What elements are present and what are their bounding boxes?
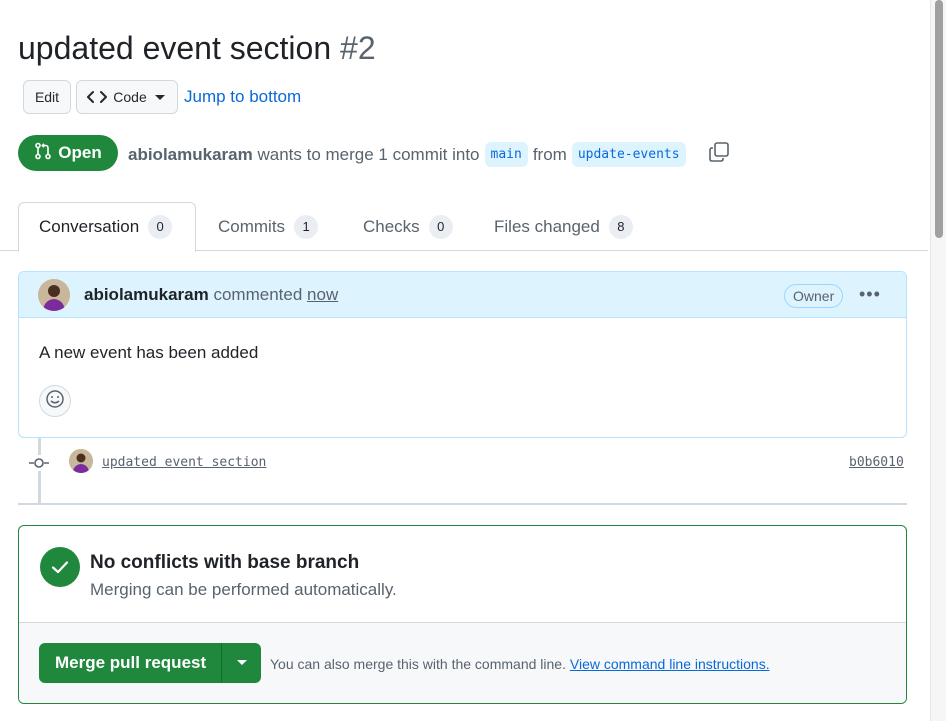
- status-badge: Open: [18, 135, 118, 171]
- tab-checks[interactable]: Checks 0: [363, 202, 453, 251]
- code-button[interactable]: Code: [76, 80, 178, 114]
- divider: [18, 503, 907, 505]
- git-pull-request-icon: [34, 142, 52, 165]
- edit-button[interactable]: Edit: [23, 80, 71, 114]
- code-icon: [87, 90, 108, 104]
- pr-tabs: Conversation 0 Commits 1 Checks 0 Files …: [0, 202, 928, 252]
- avatar[interactable]: [38, 279, 70, 311]
- pr-from-text: from: [532, 144, 567, 164]
- chevron-down-icon: [153, 92, 167, 102]
- comment-body: A new event has been added: [39, 343, 259, 362]
- tab-label: Conversation: [39, 217, 140, 236]
- smiley-icon: [45, 389, 65, 414]
- scrollbar-thumb[interactable]: [935, 0, 943, 238]
- tab-counter: 1: [294, 214, 319, 239]
- tab-counter: 0: [148, 215, 173, 239]
- chevron-down-icon: [235, 654, 249, 672]
- merge-note: You can also merge this with the command…: [270, 656, 770, 672]
- comment-card: abiolamukaram commented now Owner ••• A …: [18, 271, 907, 438]
- scrollbar[interactable]: [930, 0, 946, 721]
- pr-title-heading: updated event section #2: [18, 30, 376, 67]
- tab-conversation[interactable]: Conversation 0: [18, 202, 196, 252]
- pr-meta: abiolamukaram wants to merge 1 commit in…: [128, 142, 691, 167]
- tab-counter: 8: [608, 214, 633, 239]
- code-label: Code: [113, 89, 147, 105]
- add-reaction-button[interactable]: [39, 385, 71, 417]
- jump-to-bottom-link[interactable]: Jump to bottom: [184, 87, 301, 107]
- pr-merge-text: wants to merge 1 commit into: [257, 144, 480, 164]
- head-branch[interactable]: update-events: [571, 142, 686, 167]
- merge-status-subtitle: Merging can be performed automatically.: [90, 580, 397, 599]
- merge-pull-request-button[interactable]: Merge pull request: [39, 643, 221, 683]
- pr-title: updated event section: [18, 30, 332, 66]
- kebab-menu-icon[interactable]: •••: [859, 284, 881, 305]
- tab-files-changed[interactable]: Files changed 8: [494, 202, 633, 251]
- copy-icon[interactable]: [708, 141, 730, 163]
- pr-number: #2: [340, 30, 376, 66]
- merge-status-title: No conflicts with base branch: [90, 552, 360, 573]
- merge-footer: Merge pull request You can also merge th…: [19, 622, 906, 703]
- commit-message-link[interactable]: updated event section: [102, 455, 266, 470]
- comment-header: abiolamukaram commented now Owner •••: [19, 272, 906, 318]
- pr-author-link[interactable]: abiolamukaram: [128, 145, 253, 165]
- comment-meta: abiolamukaram commented now: [84, 285, 338, 305]
- tab-commits[interactable]: Commits 1: [218, 202, 319, 251]
- merge-box: No conflicts with base branch Merging ca…: [18, 525, 907, 704]
- merge-options-button[interactable]: [221, 643, 261, 683]
- status-label: Open: [58, 143, 102, 162]
- base-branch[interactable]: main: [484, 142, 528, 167]
- command-line-instructions-link[interactable]: View command line instructions.: [570, 656, 770, 672]
- tab-label: Commits: [218, 216, 286, 236]
- tab-label: Files changed: [494, 216, 600, 236]
- comment-author[interactable]: abiolamukaram: [84, 285, 209, 304]
- comment-time[interactable]: now: [307, 285, 338, 304]
- avatar[interactable]: [69, 449, 93, 473]
- git-commit-icon: [29, 455, 49, 471]
- owner-badge: Owner: [784, 284, 844, 308]
- tab-label: Checks: [363, 216, 420, 236]
- commit-sha-link[interactable]: b0b6010: [849, 455, 904, 470]
- comment-verb: commented: [213, 285, 303, 304]
- tab-counter: 0: [428, 214, 453, 239]
- merge-note-text: You can also merge this with the command…: [270, 656, 566, 672]
- check-icon: [40, 547, 80, 587]
